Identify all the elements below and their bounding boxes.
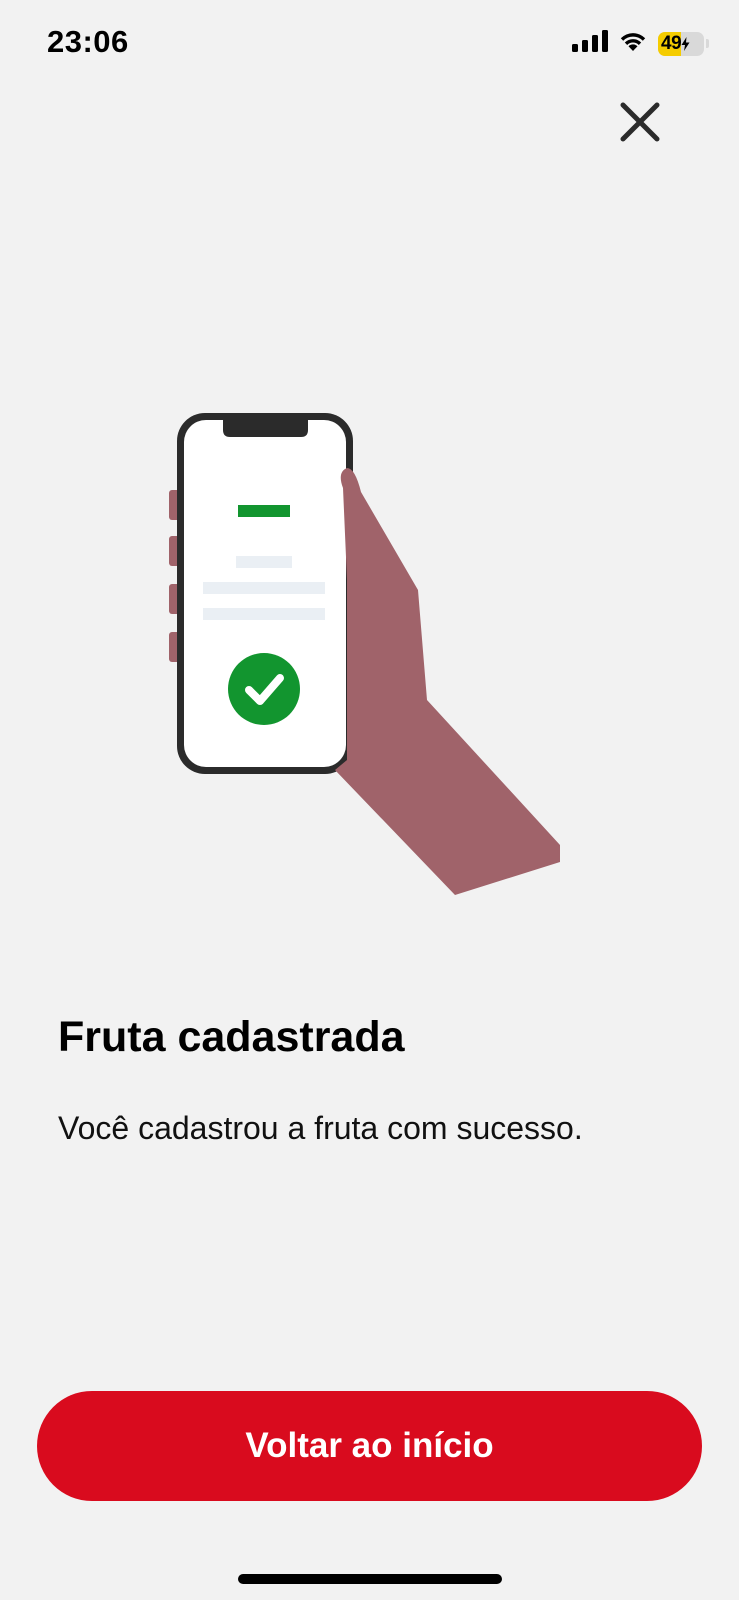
close-icon [620, 102, 660, 142]
status-icons: 49 [572, 30, 709, 57]
battery-level: 49 [661, 32, 682, 54]
back-home-button[interactable]: Voltar ao início [37, 1391, 702, 1501]
status-bar: 23:06 49 [0, 0, 739, 90]
phone-in-hand-illustration [165, 410, 575, 915]
charging-bolt-icon [681, 36, 690, 51]
success-message: Você cadastrou a fruta com sucesso. [58, 1109, 583, 1146]
battery-cap [706, 39, 709, 48]
status-time: 23:06 [47, 24, 129, 59]
battery-icon: 49 [658, 31, 704, 56]
close-button[interactable] [612, 94, 668, 150]
success-content: Fruta cadastrada Você cadastrou a fruta … [58, 1012, 698, 1149]
checkmark-icon [228, 653, 300, 725]
home-indicator[interactable] [238, 1574, 502, 1584]
wifi-icon [618, 30, 648, 57]
page-title: Fruta cadastrada [58, 1013, 405, 1061]
cellular-signal-icon [572, 30, 608, 57]
